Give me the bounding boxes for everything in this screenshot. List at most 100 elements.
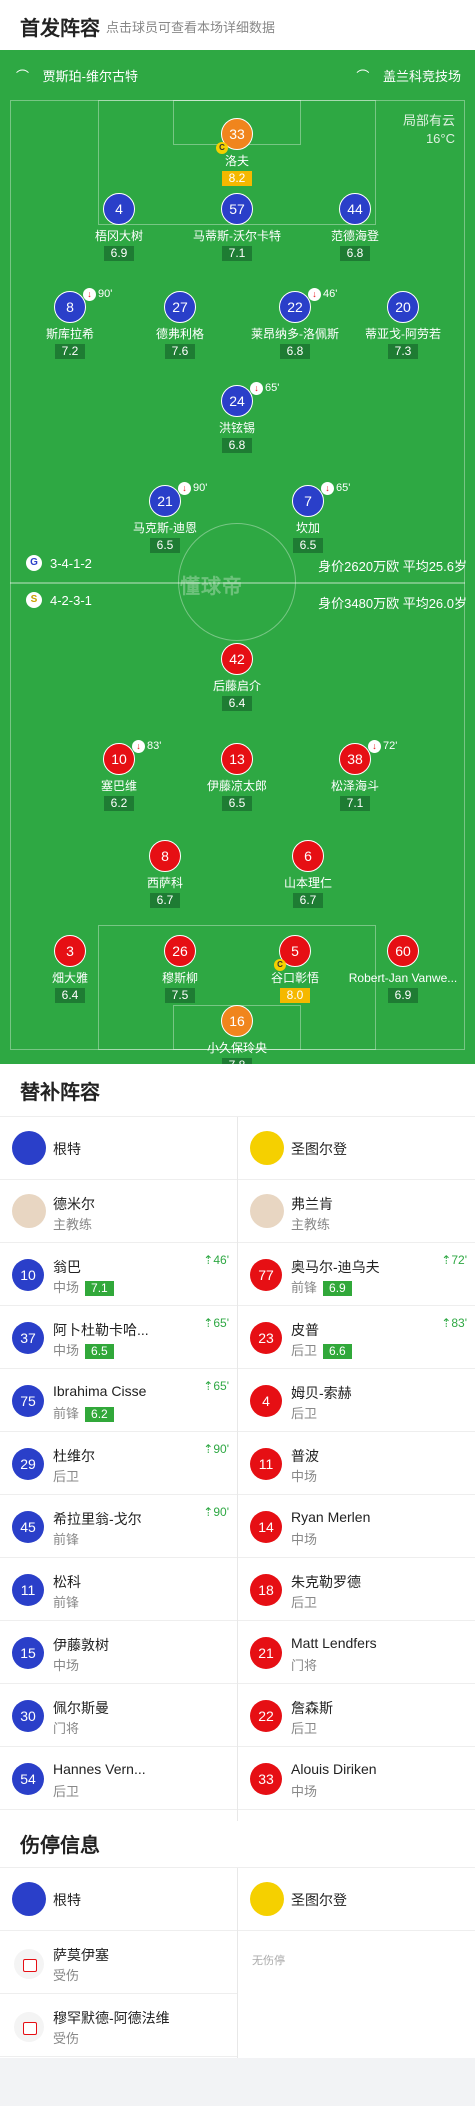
sub-out-icon: ↓ bbox=[250, 382, 263, 395]
player-marker[interactable]: 26 穆斯柳 7.5 bbox=[115, 935, 245, 1004]
player-number: 10 bbox=[12, 1259, 44, 1291]
sub-out-icon: ↓ bbox=[178, 482, 191, 495]
player-rating: 8.0 bbox=[280, 988, 310, 1003]
injury-row[interactable]: 穆罕默德-阿德法维 受伤 bbox=[0, 1994, 237, 2057]
player-number: 11 bbox=[250, 1448, 282, 1480]
player-position: 后卫 bbox=[291, 1595, 318, 1610]
sub-player-row[interactable]: 54 Hannes Vern... 后卫 bbox=[0, 1747, 237, 1810]
player-number: 14 bbox=[250, 1511, 282, 1543]
player-rating: 6.8 bbox=[280, 344, 310, 359]
sub-in-time: 90' bbox=[213, 1442, 229, 1456]
player-number: 42 bbox=[221, 643, 253, 675]
player-rating: 7.5 bbox=[165, 988, 195, 1003]
player-marker[interactable]: 6 山本理仁 6.7 bbox=[243, 840, 373, 909]
sub-player-row[interactable]: 11 普波 中场 bbox=[238, 1432, 475, 1495]
player-rating: 6.9 bbox=[323, 1281, 352, 1296]
player-marker[interactable]: 20 蒂亚戈-阿劳若 7.3 bbox=[338, 291, 468, 360]
sub-player-row[interactable]: 23 皮普 后卫 6.6 ⇡83' bbox=[238, 1306, 475, 1369]
player-name: 穆罕默德-阿德法维 bbox=[53, 2010, 170, 2026]
home-team-label: ⌒ 贾斯珀-维尔古特 bbox=[16, 69, 138, 84]
player-name: 穆斯柳 bbox=[161, 971, 198, 985]
sub-player-row[interactable]: 15 伊藤敦树 中场 bbox=[0, 1621, 237, 1684]
player-marker[interactable]: 38 ↓ 72' 松泽海斗 7.1 bbox=[290, 740, 420, 812]
sub-player-row[interactable]: 11 松科 前锋 bbox=[0, 1558, 237, 1621]
player-number: 26 bbox=[164, 935, 196, 967]
player-rating: 6.5 bbox=[150, 538, 180, 553]
player-number: 18 bbox=[250, 1574, 282, 1606]
sub-in-icon: ⇡ bbox=[203, 1253, 214, 1267]
lineup-header: 首发阵容 点击球员可查看本场详细数据 bbox=[0, 0, 475, 50]
team-row[interactable]: 根特 bbox=[0, 1117, 237, 1180]
player-marker[interactable]: 10 ↓ 83' 塞巴维 6.2 bbox=[54, 740, 184, 812]
medical-kit-icon bbox=[14, 1949, 44, 1979]
team-row[interactable]: 圣图尔登 bbox=[238, 1117, 475, 1180]
player-name: 西萨科 bbox=[146, 876, 183, 890]
player-name: 山本理仁 bbox=[283, 876, 332, 890]
player-number: 22 bbox=[250, 1700, 282, 1732]
player-marker[interactable]: 4 梧冈大树 6.9 bbox=[54, 193, 184, 262]
sub-player-row[interactable]: 45 希拉里翁-戈尔 前锋 ⇡90' bbox=[0, 1495, 237, 1558]
sub-player-row[interactable]: 77 奥马尔-迪乌夫 前锋 6.9 ⇡72' bbox=[238, 1243, 475, 1306]
sub-player-row[interactable]: 14 Ryan Merlen 中场 bbox=[238, 1495, 475, 1558]
sub-player-row[interactable]: 75 Ibrahima Cisse 前锋 6.2 ⇡65' bbox=[0, 1369, 237, 1432]
avatar bbox=[12, 1194, 46, 1228]
player-rating: 6.7 bbox=[150, 893, 180, 908]
player-marker[interactable]: 13 伊藤凉太郎 6.5 bbox=[172, 743, 302, 812]
player-position: 中场 bbox=[53, 1280, 80, 1295]
player-marker[interactable]: 60 Robert-Jan Vanwe... 6.9 bbox=[338, 935, 468, 1004]
player-name: 小久保玲央 bbox=[206, 1041, 267, 1055]
player-position: 门将 bbox=[291, 1658, 318, 1673]
sub-player-row[interactable]: 4 姆贝-索赫 后卫 bbox=[238, 1369, 475, 1432]
player-number: 20 bbox=[387, 291, 419, 323]
player-name: 佩尔斯曼 bbox=[53, 1700, 109, 1716]
sub-out-icon: ↓ bbox=[368, 740, 381, 753]
sub-in-icon: ⇡ bbox=[203, 1316, 214, 1330]
player-name: Ryan Merlen bbox=[291, 1509, 371, 1525]
sub-player-row[interactable]: 29 杜维尔 后卫 ⇡90' bbox=[0, 1432, 237, 1495]
injury-status: 受伤 bbox=[53, 2031, 80, 2046]
player-marker[interactable]: 16小久保玲央7.8 bbox=[172, 1005, 302, 1064]
player-position: 前锋 bbox=[53, 1595, 80, 1610]
player-marker[interactable]: 24 ↓ 65' 洪铉锡 6.8 bbox=[172, 382, 302, 454]
player-name: 梧冈大树 bbox=[94, 229, 143, 243]
player-rating: 8.2 bbox=[222, 171, 252, 186]
sub-out-icon: ↓ bbox=[83, 288, 96, 301]
player-marker[interactable]: 27 德弗利格 7.6 bbox=[115, 291, 245, 360]
player-name: Matt Lendfers bbox=[291, 1635, 377, 1651]
player-rating: 6.2 bbox=[85, 1407, 114, 1422]
sub-player-row[interactable]: 22 詹森斯 后卫 bbox=[238, 1684, 475, 1747]
page-subtitle: 点击球员可查看本场详细数据 bbox=[106, 20, 276, 35]
team-row[interactable]: 根特 bbox=[0, 1868, 237, 1931]
jersey-icon: ⌒ bbox=[16, 69, 30, 84]
coach-row[interactable]: 德米尔 主教练 bbox=[0, 1180, 237, 1243]
player-marker[interactable]: 44 范德海登 6.8 bbox=[290, 193, 420, 262]
sub-player-row[interactable]: 37 阿卜杜勒卡哈... 中场 6.5 ⇡65' bbox=[0, 1306, 237, 1369]
player-marker[interactable]: 21 ↓ 90' 马克斯-迪恩 6.5 bbox=[100, 482, 230, 554]
player-marker[interactable]: 7 ↓ 65' 坎加 6.5 bbox=[243, 482, 373, 554]
player-number: 3 bbox=[54, 935, 86, 967]
sub-player-row[interactable]: 18 朱克勒罗德 后卫 bbox=[238, 1558, 475, 1621]
player-marker[interactable]: 33 C 洛夫 8.2 bbox=[172, 118, 302, 187]
player-marker[interactable]: 8 西萨科 6.7 bbox=[100, 840, 230, 909]
player-number: 7 bbox=[292, 485, 324, 517]
player-marker[interactable]: 42 后藤启介 6.4 bbox=[172, 643, 302, 712]
player-rating: 6.9 bbox=[388, 988, 418, 1003]
sub-player-row[interactable]: 33 Alouis Diriken 中场 bbox=[238, 1747, 475, 1810]
player-number: 77 bbox=[250, 1259, 282, 1291]
sub-in-time: 90' bbox=[213, 1505, 229, 1519]
player-name: 松泽海斗 bbox=[330, 779, 379, 793]
team-row[interactable]: 圣图尔登 bbox=[238, 1868, 475, 1931]
sub-player-row[interactable]: 30 佩尔斯曼 门将 bbox=[0, 1684, 237, 1747]
sub-player-row[interactable]: 21 Matt Lendfers 门将 bbox=[238, 1621, 475, 1684]
subs-title: 替补阵容 bbox=[20, 1082, 100, 1104]
injury-row[interactable]: 萨莫伊塞 受伤 bbox=[0, 1931, 237, 1994]
player-position: 后卫 bbox=[53, 1469, 80, 1484]
player-name: 姆贝-索赫 bbox=[291, 1385, 352, 1401]
player-number: 10 bbox=[103, 743, 135, 775]
weather: 局部有云 16°C bbox=[402, 113, 455, 146]
coach-row[interactable]: 弗兰肯 主教练 bbox=[238, 1180, 475, 1243]
captain-icon: C bbox=[216, 142, 228, 154]
sub-player-row[interactable]: 10 翁巴 中场 7.1 ⇡46' bbox=[0, 1243, 237, 1306]
player-number: 29 bbox=[12, 1448, 44, 1480]
player-marker[interactable]: 57 马蒂斯-沃尔卡特 7.1 bbox=[172, 193, 302, 262]
